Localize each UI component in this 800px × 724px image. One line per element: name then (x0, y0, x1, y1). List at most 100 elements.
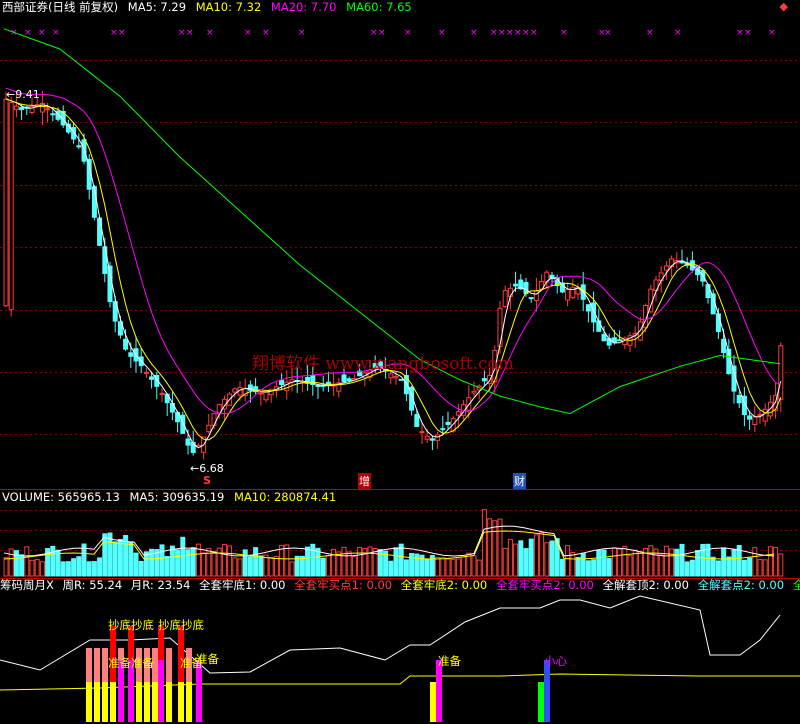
signal-cai: 财 (513, 473, 526, 489)
candle-body (762, 408, 768, 422)
volume-bar (24, 546, 30, 577)
field-6: 全解套点2: 0.00 (697, 578, 785, 592)
indicator-name: 筹码周月X (0, 578, 54, 592)
volume-bar (575, 557, 581, 577)
candle-body (481, 378, 487, 382)
volume-bar (596, 550, 602, 577)
candle-body (747, 415, 753, 420)
volume-bar (247, 556, 253, 577)
volume-bar (393, 547, 399, 577)
volume-bars (3, 509, 784, 577)
label-zhunbei-1: 准备准备 (108, 656, 154, 670)
volume-bar (559, 558, 565, 577)
volume-bar (117, 538, 123, 577)
volume-bar (762, 559, 768, 577)
volume-bar (476, 559, 482, 577)
volume-bar (299, 555, 305, 577)
volume-bar (778, 553, 784, 577)
candle-body (778, 345, 784, 400)
candle-body (341, 374, 347, 383)
x-marker: × (38, 28, 46, 38)
volume-bar (622, 545, 628, 577)
volume-bar (3, 557, 9, 577)
volume-bar (320, 557, 326, 577)
candle-body (414, 414, 420, 427)
x-marker: × (404, 28, 412, 38)
volume-bar (76, 556, 82, 577)
volume-bar (695, 550, 701, 577)
volume-bar (357, 546, 363, 577)
volume-bar (450, 558, 456, 577)
grid-lines (0, 60, 800, 551)
x-marker: × (262, 28, 270, 38)
candle-body (497, 307, 503, 347)
candle-body (591, 302, 597, 323)
x-marker: × (604, 28, 612, 38)
volume-bar (39, 561, 45, 577)
high-label: ←9.41 (6, 88, 40, 101)
candle-body (435, 434, 441, 441)
candle-body (528, 297, 534, 300)
volume-bar (65, 561, 71, 577)
volume-bar (440, 557, 446, 577)
candle-body (50, 113, 56, 116)
top-x-markers: × × × × × × × × × × × × × × × × × × × × × × × × ×× × × × × × (10, 28, 776, 38)
volume-bar (325, 555, 331, 577)
x-marker: × (506, 28, 514, 38)
volume-bar (112, 541, 118, 577)
x-marker: × (118, 28, 126, 38)
candle-body (419, 431, 425, 434)
candle-body (76, 145, 82, 148)
volume-bar (34, 559, 40, 577)
volume-bar (507, 538, 513, 577)
candle-body (263, 391, 269, 401)
volume-bar (617, 548, 623, 577)
volume-bar (544, 542, 550, 577)
signal-bar (94, 682, 100, 722)
volume-bar (71, 558, 77, 577)
volume-bar (97, 557, 103, 577)
volume-bar (268, 557, 274, 577)
watermark: 翔博软件 www.xiangbosoft.com (252, 354, 514, 374)
x-marker: × (490, 28, 498, 38)
x-marker: × (522, 28, 530, 38)
x-marker: × (470, 28, 478, 38)
field-4: 全套牢买点2: 0.00 (495, 578, 594, 592)
signal-bar (144, 682, 150, 722)
candle-body (585, 304, 591, 312)
x-marker: × (206, 28, 214, 38)
volume-bar (169, 545, 175, 577)
volume-bar (637, 551, 643, 577)
candle-body (232, 388, 238, 393)
candle-body (429, 438, 435, 441)
volume-bar (570, 551, 576, 577)
volume-bar (591, 559, 597, 577)
signal-bar (86, 682, 92, 722)
x-marker: × (244, 28, 252, 38)
candle-body (513, 283, 519, 287)
x-marker: × (514, 28, 522, 38)
volume-bar (689, 559, 695, 577)
ma5-line (5, 98, 782, 449)
label-zhunbei-3: 准备 (196, 652, 219, 666)
signal-s: S (203, 474, 211, 487)
volume-bar (398, 543, 404, 577)
volume-bar (372, 548, 378, 577)
x-marker: × (646, 28, 654, 38)
volume-bar (601, 549, 607, 577)
volume-bar (164, 556, 170, 577)
volume-bar (258, 555, 264, 577)
x-marker: × (674, 28, 682, 38)
volume-bar (539, 532, 545, 577)
candle-body (617, 339, 623, 342)
field-2: 全套牢买点1: 0.00 (294, 578, 393, 592)
volume-bar (50, 545, 56, 577)
volume-bar (648, 545, 654, 577)
x-marker: × (736, 28, 744, 38)
month-r: 月R: 23.54 (130, 578, 191, 592)
x-marker: × (378, 28, 386, 38)
volume-bar (8, 548, 14, 577)
volume-bar (679, 543, 685, 577)
volume-bar (513, 543, 519, 577)
candle-body (8, 102, 14, 311)
